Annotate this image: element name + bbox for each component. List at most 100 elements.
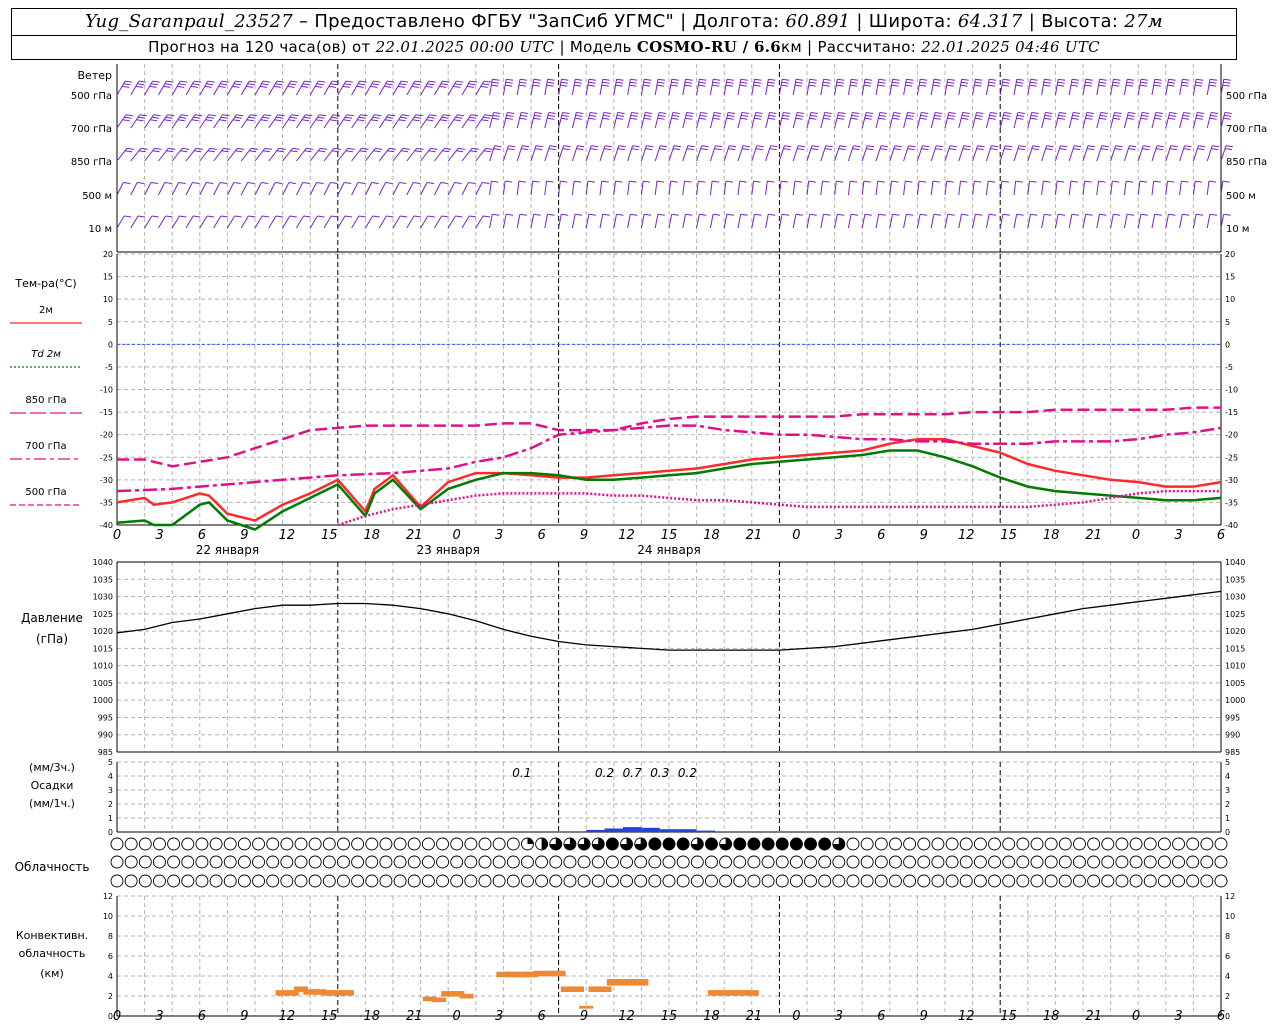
wind-barb-shaft [364, 182, 373, 196]
wind-barb [144, 114, 161, 129]
wind-barb-shaft [751, 145, 758, 162]
wind-barb-shaft [254, 80, 264, 96]
cloud-cover-symbol [124, 837, 138, 851]
wind-barb [834, 213, 845, 229]
pres-ytick-right: 1040 [1225, 558, 1245, 567]
wind-barb-flag [948, 148, 957, 151]
cloud-cover-symbol [407, 874, 421, 888]
wind-barb-flag [427, 116, 435, 119]
wind-barb [351, 182, 366, 196]
wind-barb [875, 111, 887, 129]
temp-ytick-left: -40 [100, 521, 113, 530]
cloud-cover-circle [351, 837, 365, 851]
cloud-cover-circle [351, 855, 365, 869]
wind-barb-flag [1212, 145, 1220, 148]
wind-barb [337, 147, 355, 162]
prec-ytick-left: 2 [108, 800, 113, 809]
wind-barb [751, 145, 764, 162]
wind-barb-flag [906, 114, 914, 117]
wind-barb-flag [1044, 114, 1052, 117]
wind-barb-flag [946, 180, 954, 183]
wind-barb-flag [935, 111, 943, 114]
wind-barb [406, 215, 422, 229]
wind-barb-shaft [144, 182, 152, 196]
wind-barb-flag [412, 119, 420, 122]
wind-barb-shaft [116, 114, 127, 129]
wind-barb-flag [685, 117, 693, 120]
wind-barb-flag [684, 84, 692, 87]
pres-ytick-left: 995 [98, 713, 113, 722]
wind-barb-shaft [1041, 214, 1045, 229]
wind-barb-shaft [157, 215, 167, 229]
wind-barb [337, 182, 352, 196]
wind-barb-shaft [157, 114, 168, 129]
cloud-cover-circle [804, 874, 817, 888]
wind-barb-flag [291, 114, 299, 117]
cloud-cover-symbol [973, 874, 987, 888]
wind-barb-flag [1222, 180, 1230, 183]
wind-barb [516, 180, 526, 196]
wind-barb-shaft [447, 114, 458, 129]
cloud-cover-symbol [337, 837, 350, 851]
convective-cloud-bar [340, 990, 354, 996]
wind-barb-flag [518, 84, 527, 87]
wind-barb-flag [588, 117, 596, 120]
wind-barb-flag [331, 116, 339, 119]
temp-hour-label: 9 [240, 528, 248, 543]
cloud-cover-circle [1016, 855, 1030, 869]
cloud-cover-circle [393, 874, 407, 888]
wind-barb-flag [920, 213, 928, 216]
temp-ytick-left: -25 [100, 453, 113, 462]
wind-barb-flag [1127, 78, 1135, 81]
wind-barb-shaft [254, 215, 263, 229]
wind-barb-flag [484, 114, 492, 117]
wind-barb-shaft [640, 112, 646, 129]
wind-barb-flag [935, 148, 943, 151]
wind-barb-flag [151, 215, 159, 218]
wind-barb [558, 145, 571, 162]
wind-barb-flag [264, 147, 272, 150]
cloud-cover-circle [153, 855, 166, 869]
wind-barb [930, 145, 944, 162]
wind-barb [861, 213, 872, 229]
wind-barb [627, 78, 638, 96]
cloud-cover-circle [903, 874, 917, 888]
pres-ytick-right: 1005 [1225, 679, 1245, 688]
cloud-cover-circle [167, 874, 181, 888]
wind-barb-flag [163, 85, 171, 88]
temp-ytick-left: -35 [100, 498, 113, 507]
cloud-cover-symbol [322, 874, 336, 888]
wind-barb [282, 182, 297, 196]
wind-barb [916, 180, 927, 196]
conv-hour-label: 3 [155, 1009, 163, 1024]
wind-barb [696, 180, 706, 196]
cloud-cover-circle [492, 855, 506, 869]
wind-barb-shaft [420, 114, 430, 129]
wind-barb-flag [1196, 78, 1204, 81]
cloud-cover-symbol [1186, 874, 1200, 888]
wind-barb-flag [961, 213, 969, 216]
wind-barb-shaft [558, 145, 565, 162]
cloud-cover-symbol [889, 855, 902, 869]
cloud-cover-circle [421, 855, 435, 869]
wind-barb [696, 145, 709, 162]
wind-barb-flag [492, 213, 500, 216]
conv-ytick-left: 2 [108, 992, 113, 1001]
wind-barb-flag [920, 114, 928, 117]
temp-hour-label: 18 [1043, 528, 1060, 543]
cloud-cover-circle [337, 837, 350, 851]
wind-barb-flag [1113, 78, 1121, 81]
wind-barb [958, 78, 969, 96]
wind-barb [1123, 78, 1135, 96]
wind-barb [778, 78, 790, 96]
wind-barb-flag [906, 213, 914, 216]
wind-barb-flag [1156, 145, 1165, 148]
cloud-cover-circle [1073, 855, 1086, 869]
wind-barb [254, 215, 270, 229]
wind-barb-flag [1004, 148, 1012, 151]
wind-barb-flag [989, 213, 997, 216]
wind-barb-flag [275, 182, 283, 185]
wind-barb-flag [505, 117, 513, 120]
wind-barb [972, 78, 983, 96]
wind-barb-flag [181, 147, 190, 150]
